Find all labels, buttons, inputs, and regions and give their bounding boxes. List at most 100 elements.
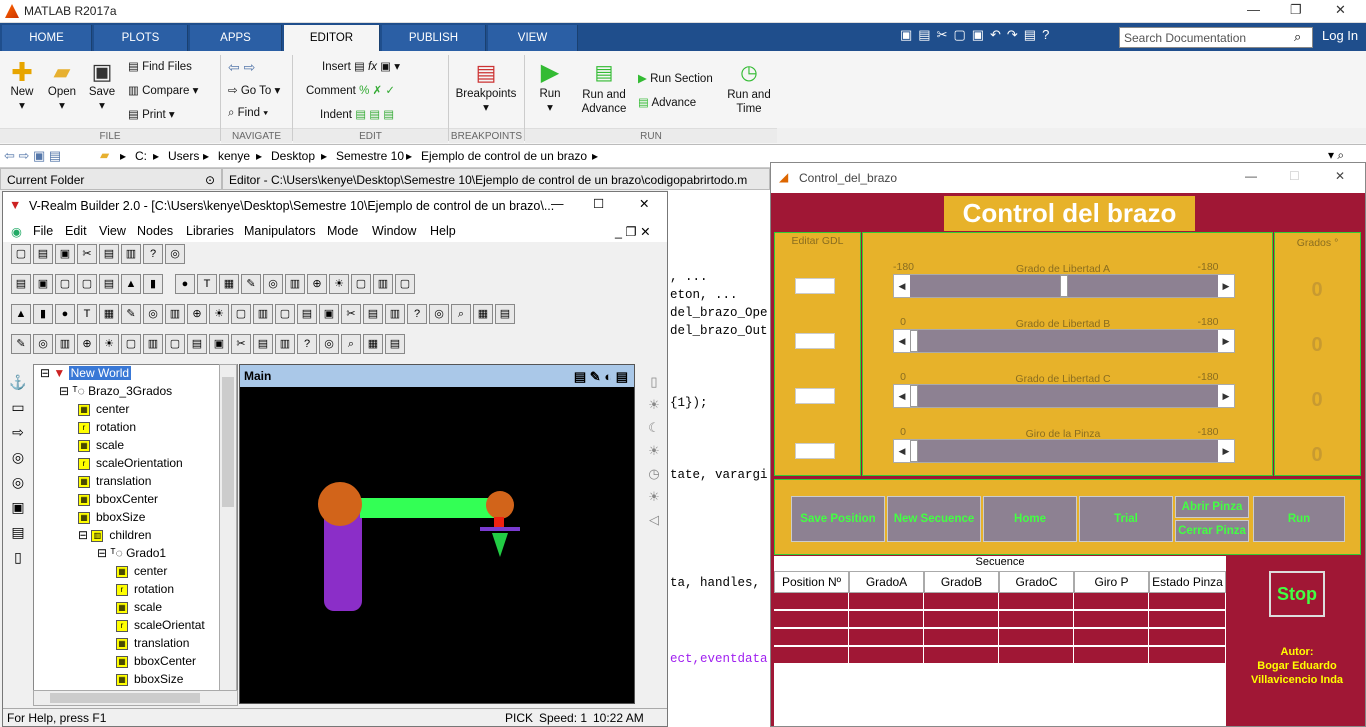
tree-node[interactable]: ⊟ ▥ children	[78, 528, 151, 542]
slider-thumb[interactable]	[910, 330, 918, 352]
table-header[interactable]: GradoC	[999, 571, 1074, 593]
toolbar-button[interactable]: ▦	[363, 334, 383, 354]
toolbar-button[interactable]: ▦	[219, 274, 239, 294]
slider-track[interactable]: ◀ ▶	[893, 439, 1235, 463]
tree-node[interactable]: ▦ translation	[116, 636, 189, 650]
tab-publish[interactable]: PUBLISH	[382, 25, 486, 51]
tab-editor[interactable]: EDITOR	[284, 25, 380, 51]
toolbar-button[interactable]: ●	[175, 274, 195, 294]
slider-thumb[interactable]	[910, 385, 918, 407]
tree-node[interactable]: r rotation	[78, 420, 136, 434]
tree-scrollbar[interactable]	[219, 364, 237, 692]
tree-node[interactable]: ▦ bboxSize	[116, 672, 183, 686]
toolbar-button[interactable]: ⊕	[187, 304, 207, 324]
tree-node[interactable]: ▦ center	[78, 402, 129, 416]
table-row[interactable]	[774, 629, 1226, 646]
breakpoints-button[interactable]: ▤ Breakpoints ▾	[452, 58, 520, 114]
toolbar-button[interactable]: ▣	[55, 244, 75, 264]
tree-node[interactable]: ⊟ ▼ New World	[40, 366, 132, 380]
toolbar-button[interactable]: ✎	[241, 274, 261, 294]
save-position-button[interactable]: Save Position	[791, 496, 885, 542]
path-users[interactable]: Users	[168, 149, 199, 163]
tree-node[interactable]: ▦ bboxSize	[78, 510, 145, 524]
slider-thumb[interactable]	[1060, 275, 1068, 297]
table-header[interactable]: Giro P	[1074, 571, 1149, 593]
tree-node[interactable]: ▦ bboxCenter	[116, 654, 196, 668]
menu-file[interactable]: File	[33, 224, 53, 238]
toolbar-button[interactable]: ▤	[253, 334, 273, 354]
toolbar-button[interactable]: ▲	[11, 304, 31, 324]
expand-icon[interactable]: ⊟	[59, 384, 69, 398]
slider-thumb[interactable]	[910, 440, 918, 462]
stop-button[interactable]: Stop	[1269, 571, 1325, 617]
toolbar-button[interactable]: ◎	[263, 274, 283, 294]
toolbar-button[interactable]: ▢	[165, 334, 185, 354]
slider-left-arrow-icon[interactable]: ◀	[894, 440, 910, 462]
path-c[interactable]: C:	[135, 149, 147, 163]
slider-right-arrow-icon[interactable]: ▶	[1218, 385, 1234, 407]
insert-button[interactable]: Insert ▤ fx ▣ ▾	[322, 59, 400, 73]
toolbar-button[interactable]: ◎	[319, 334, 339, 354]
new-secuence-button[interactable]: New Secuence	[887, 496, 981, 542]
toolbar-button[interactable]: ▮	[33, 304, 53, 324]
expand-icon[interactable]: ⊟	[97, 546, 107, 560]
toolbar-button[interactable]: ▥	[165, 304, 185, 324]
tab-view[interactable]: VIEW	[488, 25, 578, 51]
expand-icon[interactable]: ⊟	[78, 528, 88, 542]
tab-apps[interactable]: APPS	[190, 25, 282, 51]
path-dropdown-icon[interactable]: ▾ ⌕	[1328, 148, 1344, 163]
abrir-pinza-button[interactable]: Abrir Pinza	[1175, 496, 1249, 518]
minimize-icon[interactable]: —	[1245, 169, 1257, 183]
viewport-side-tools[interactable]: ▯ ☀ ☾ ☀ ◷ ☀ ◁	[643, 370, 665, 550]
table-header[interactable]: GradoB	[924, 571, 999, 593]
toolbar-button[interactable]: ▤	[99, 244, 119, 264]
back-forward-icon[interactable]: ⇦ ⇨	[228, 59, 255, 76]
tree-node[interactable]: ▦ scale	[78, 438, 124, 452]
toolbar-button[interactable]: ▥	[385, 304, 405, 324]
tree-node[interactable]: ▦ center	[116, 564, 167, 578]
toolbar-button[interactable]: ☀	[209, 304, 229, 324]
tree-node[interactable]: ⊟ ᵀ◌ Grado1	[97, 546, 166, 560]
comment-button[interactable]: Comment % ✗ ✓	[306, 83, 395, 97]
gdl-a-input[interactable]	[795, 278, 835, 294]
advance-button[interactable]: ▤ Advance	[638, 95, 696, 109]
toolbar-button[interactable]: ▤	[33, 244, 53, 264]
cerrar-pinza-button[interactable]: Cerrar Pinza	[1175, 520, 1249, 542]
slider-left-arrow-icon[interactable]: ◀	[894, 275, 910, 297]
mdi-controls-icon[interactable]: _ ❐ ✕	[615, 224, 651, 239]
toolbar-button[interactable]: ▢	[275, 304, 295, 324]
code-editor[interactable]: , ... eton, ... del_brazo_Ope del_brazo_…	[668, 190, 770, 727]
tree-node[interactable]: ▦ bboxCenter	[78, 492, 158, 506]
toolbar-button[interactable]: ⊕	[77, 334, 97, 354]
search-input[interactable]: Search Documentation	[1119, 27, 1313, 48]
open-button[interactable]: ▰ Open ▾	[46, 58, 78, 112]
toolbar-button[interactable]: ▦	[473, 304, 493, 324]
secuence-table[interactable]: Position Nº GradoA GradoB GradoC Giro P Estad…	[774, 571, 1226, 726]
login-link[interactable]: Log In	[1322, 28, 1358, 43]
slider-right-arrow-icon[interactable]: ▶	[1218, 440, 1234, 462]
viewport-tools-icon[interactable]: ▤ ✎ ◐ ▤	[574, 369, 628, 385]
slider-left-arrow-icon[interactable]: ◀	[894, 330, 910, 352]
path-semestre[interactable]: Semestre 10	[336, 149, 404, 163]
trial-button[interactable]: Trial	[1079, 496, 1173, 542]
close-icon[interactable]: ✕	[1335, 2, 1346, 18]
table-row[interactable]	[774, 647, 1226, 664]
toolbar-button[interactable]: ⌕	[341, 334, 361, 354]
tab-home[interactable]: HOME	[2, 25, 92, 51]
toolbar-button[interactable]: ●	[55, 304, 75, 324]
toolbar-button[interactable]: ▢	[395, 274, 415, 294]
table-header[interactable]: Position Nº	[774, 571, 849, 593]
run-section-button[interactable]: ▶ Run Section	[638, 71, 713, 85]
tree-node[interactable]: ▦ scale	[116, 600, 162, 614]
toolbar-button[interactable]: ▮	[143, 274, 163, 294]
toolbar-button[interactable]: ▥	[121, 244, 141, 264]
toolbar-button[interactable]: ⊕	[307, 274, 327, 294]
run-button[interactable]: ▶ Run ▾	[532, 58, 568, 114]
toolbar-button[interactable]: ?	[143, 244, 163, 264]
toolbar-button[interactable]: ◎	[165, 244, 185, 264]
toolbar-button[interactable]: ▤	[385, 334, 405, 354]
table-header[interactable]: Estado Pinza	[1149, 571, 1226, 593]
go-to-button[interactable]: ⇨ Go To ▾	[228, 83, 280, 97]
minimize-icon[interactable]: —	[1247, 2, 1260, 17]
path-desktop[interactable]: Desktop	[271, 149, 315, 163]
